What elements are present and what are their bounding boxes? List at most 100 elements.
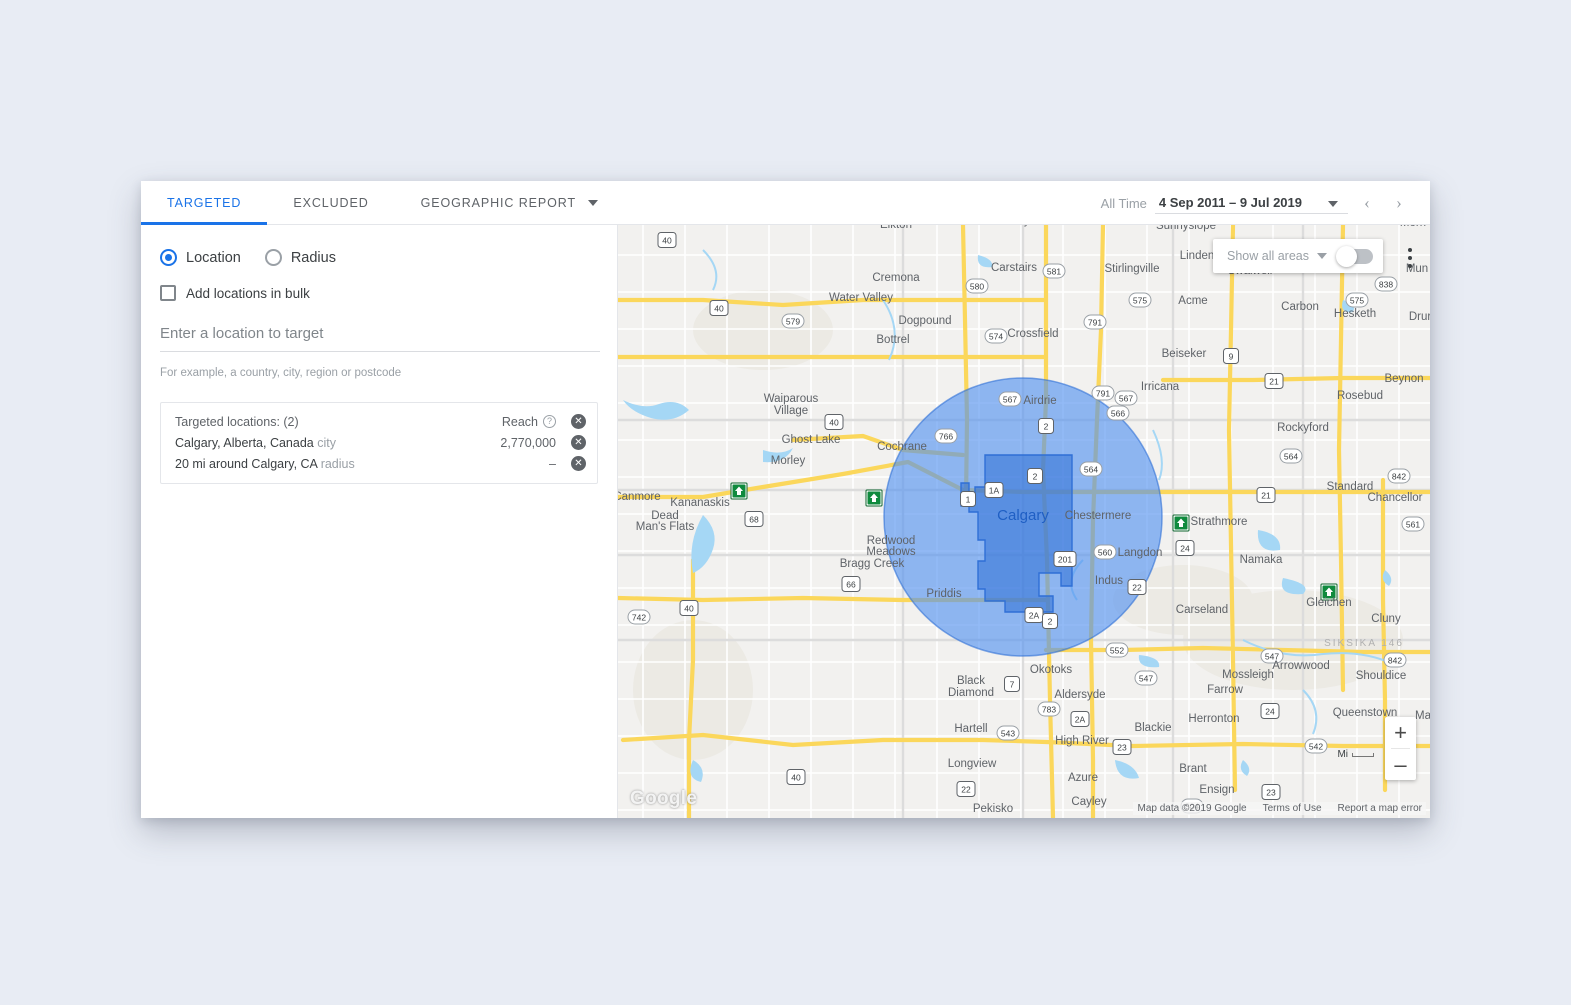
svg-text:791: 791 xyxy=(1096,389,1110,399)
date-range-value[interactable]: 4 Sep 2011 – 9 Jul 2019 xyxy=(1154,193,1348,214)
show-all-areas-control[interactable]: Show all areas xyxy=(1213,239,1383,273)
svg-text:Aldersyde: Aldersyde xyxy=(1054,689,1105,701)
svg-text:Canmore: Canmore xyxy=(618,491,661,503)
location-name-text: 20 mi around Calgary, CA xyxy=(175,456,318,471)
svg-text:552: 552 xyxy=(1110,646,1124,656)
svg-text:Shouldice: Shouldice xyxy=(1356,670,1407,682)
svg-text:Bottrel: Bottrel xyxy=(876,334,909,346)
show-all-areas-toggle[interactable] xyxy=(1336,245,1373,267)
svg-text:Cremona: Cremona xyxy=(872,272,920,284)
date-range-next-button[interactable]: › xyxy=(1386,190,1412,216)
svg-text:766: 766 xyxy=(939,432,953,442)
svg-text:Brant: Brant xyxy=(1179,763,1207,775)
svg-text:542: 542 xyxy=(1309,742,1323,752)
tab-targeted[interactable]: TARGETED xyxy=(141,181,268,225)
google-logo: Google xyxy=(630,788,698,809)
targeted-locations-list: Targeted locations: (2) Reach ? ✕ Calgar… xyxy=(160,402,598,484)
tab-geographic-report[interactable]: GEOGRAPHIC REPORT xyxy=(395,181,624,225)
bulk-locations-checkbox-row[interactable]: Add locations in bulk xyxy=(160,285,597,301)
date-range-selector[interactable]: All Time 4 Sep 2011 – 9 Jul 2019 ‹ › xyxy=(1101,181,1430,225)
svg-text:Chestermere: Chestermere xyxy=(1065,510,1131,522)
svg-text:783: 783 xyxy=(1042,705,1056,715)
tab-bar: TARGETED EXCLUDED GEOGRAPHIC REPORT All … xyxy=(141,181,1430,225)
svg-text:Ma: Ma xyxy=(1415,710,1430,722)
svg-text:581: 581 xyxy=(1047,267,1061,277)
report-map-error-link[interactable]: Report a map error xyxy=(1338,803,1422,814)
svg-text:SIKSIKA 146: SIKSIKA 146 xyxy=(1324,638,1404,649)
svg-text:Hesketh: Hesketh xyxy=(1334,308,1376,320)
radio-option-radius[interactable]: Radius xyxy=(264,249,336,266)
svg-text:742: 742 xyxy=(632,613,646,623)
svg-text:Water Valley: Water Valley xyxy=(829,292,893,304)
radio-location-icon[interactable] xyxy=(160,249,177,266)
svg-text:Namaka: Namaka xyxy=(1240,554,1283,566)
svg-text:Beiseker: Beiseker xyxy=(1162,348,1207,360)
svg-text:Crossfield: Crossfield xyxy=(1007,328,1058,340)
location-targeting-card: TARGETED EXCLUDED GEOGRAPHIC REPORT All … xyxy=(141,181,1430,818)
svg-text:24: 24 xyxy=(1180,544,1190,554)
svg-text:567: 567 xyxy=(1119,394,1133,404)
tab-targeted-label: TARGETED xyxy=(167,196,242,210)
svg-text:Chancellor: Chancellor xyxy=(1368,492,1423,504)
reach-column-header: Reach ? xyxy=(468,415,560,429)
date-range-prev-button[interactable]: ‹ xyxy=(1354,190,1380,216)
svg-text:Ghost Lake: Ghost Lake xyxy=(782,434,841,446)
location-reach: – xyxy=(549,456,556,471)
zoom-out-button[interactable]: – xyxy=(1385,749,1416,780)
svg-text:Didsbury: Didsbury xyxy=(984,225,1030,227)
map-canvas[interactable]: 40 581 580 575 575 838 40 579 574 791 9 791 21 567 567… xyxy=(618,225,1430,818)
svg-text:Cayley: Cayley xyxy=(1071,796,1106,808)
location-type: radius xyxy=(320,456,355,471)
svg-text:2: 2 xyxy=(1044,422,1049,432)
tab-geographic-report-label: GEOGRAPHIC REPORT xyxy=(420,196,576,210)
svg-text:Rockyford: Rockyford xyxy=(1277,422,1329,434)
svg-text:564: 564 xyxy=(1084,465,1098,475)
tab-excluded[interactable]: EXCLUDED xyxy=(267,181,394,225)
svg-text:2A: 2A xyxy=(1029,611,1040,621)
location-name-text: Calgary, Alberta, Canada xyxy=(175,435,314,450)
terms-of-use-link[interactable]: Terms of Use xyxy=(1263,803,1322,814)
targeted-locations-count: Targeted locations: (2) xyxy=(175,414,299,429)
radio-option-location[interactable]: Location xyxy=(160,249,241,266)
svg-text:Longview: Longview xyxy=(948,758,997,770)
remove-location-button[interactable]: ✕ xyxy=(571,456,586,471)
svg-text:Indus: Indus xyxy=(1095,575,1123,587)
svg-text:574: 574 xyxy=(989,332,1003,342)
chevron-down-icon[interactable] xyxy=(1328,200,1338,207)
svg-text:201: 201 xyxy=(1058,555,1072,565)
svg-text:Morri: Morri xyxy=(1400,225,1426,229)
chevron-down-icon[interactable] xyxy=(1317,253,1327,259)
dot xyxy=(1408,248,1412,252)
location-search-input[interactable] xyxy=(160,323,600,352)
location-type: city xyxy=(317,435,336,450)
svg-text:Elkton: Elkton xyxy=(880,225,912,231)
zoom-in-button[interactable]: + xyxy=(1385,717,1416,748)
checkbox-icon[interactable] xyxy=(160,285,176,301)
svg-text:Village: Village xyxy=(774,405,808,417)
remove-all-button[interactable]: ✕ xyxy=(571,414,586,429)
radio-radius-icon[interactable] xyxy=(264,249,282,266)
svg-text:Kananaskis: Kananaskis xyxy=(670,497,730,509)
svg-text:22: 22 xyxy=(1132,583,1142,593)
chevron-down-icon xyxy=(588,200,598,206)
svg-text:Ensign: Ensign xyxy=(1199,784,1234,796)
more-vert-icon[interactable] xyxy=(1399,239,1421,277)
svg-text:Rosebud: Rosebud xyxy=(1337,390,1383,402)
svg-text:68: 68 xyxy=(749,515,759,525)
svg-text:23: 23 xyxy=(1266,788,1276,798)
map-zoom-controls[interactable]: + – xyxy=(1385,717,1416,780)
svg-text:High River: High River xyxy=(1055,735,1109,747)
svg-text:Priddis: Priddis xyxy=(926,588,961,600)
svg-text:543: 543 xyxy=(1001,729,1015,739)
remove-location-button[interactable]: ✕ xyxy=(571,435,586,450)
svg-text:Drur: Drur xyxy=(1409,311,1430,323)
svg-text:Morley: Morley xyxy=(771,455,806,467)
location-reach: 2,770,000 xyxy=(500,435,556,450)
targeting-panel: Location Radius Add locations in bulk Fo… xyxy=(141,225,618,818)
svg-text:Airdrie: Airdrie xyxy=(1023,395,1056,407)
svg-text:Dogpound: Dogpound xyxy=(898,315,951,327)
svg-text:Acme: Acme xyxy=(1178,295,1207,307)
bulk-locations-label: Add locations in bulk xyxy=(186,285,310,301)
help-circle-icon[interactable]: ? xyxy=(543,415,556,428)
svg-text:Meadows: Meadows xyxy=(866,546,915,558)
